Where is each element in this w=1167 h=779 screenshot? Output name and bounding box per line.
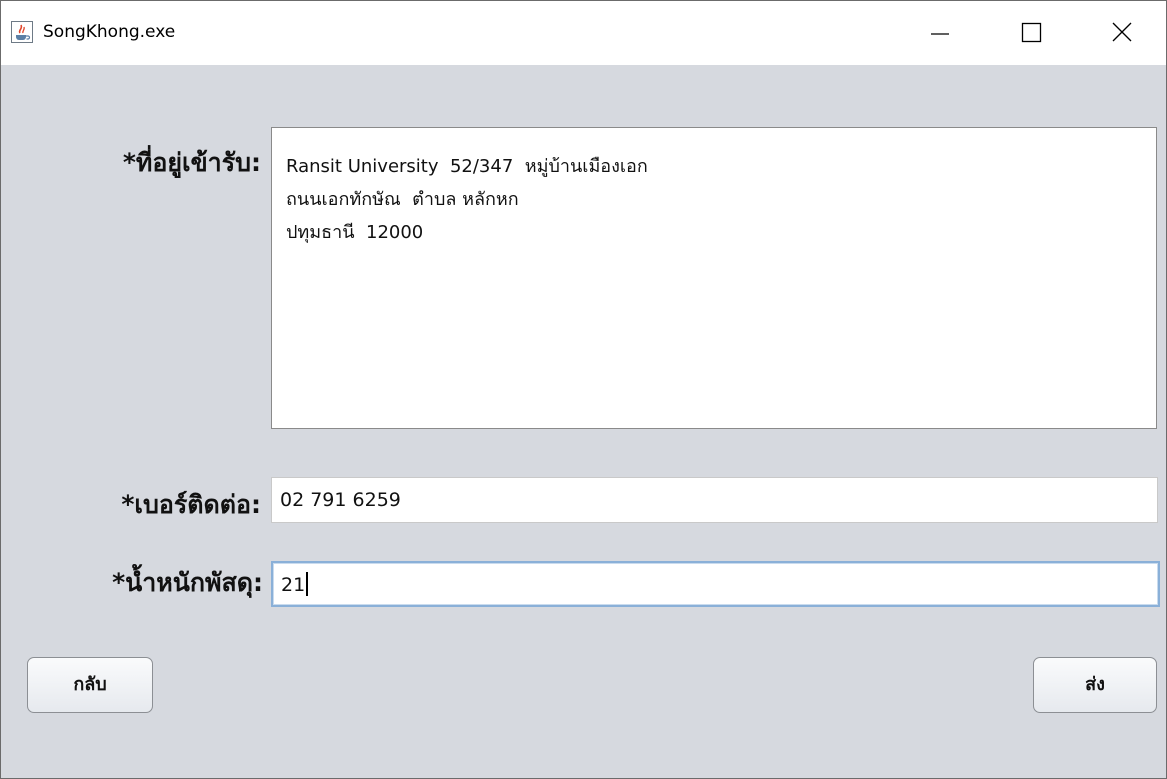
maximize-button[interactable] — [1004, 1, 1064, 65]
close-button[interactable] — [1091, 1, 1151, 65]
window-title: SongKhong.exe — [43, 22, 176, 42]
weight-label: *น้ำหนักพัสดุ: — [112, 568, 263, 597]
address-line: ปทุมธานี 12000 — [286, 222, 424, 243]
weight-value: 21 — [281, 574, 306, 596]
weight-input[interactable]: 21 — [271, 561, 1160, 607]
back-button[interactable]: กลับ — [27, 657, 153, 713]
minimize-button[interactable] — [909, 1, 969, 65]
phone-input[interactable]: 02 791 6259 — [271, 477, 1158, 523]
phone-value: 02 791 6259 — [280, 489, 401, 511]
close-icon — [1112, 22, 1132, 42]
send-button[interactable]: ส่ง — [1033, 657, 1157, 713]
maximize-icon — [1021, 22, 1042, 43]
phone-label: *เบอร์ติดต่อ: — [121, 490, 261, 519]
text-caret — [306, 571, 309, 596]
address-textarea[interactable]: Ransit University 52/347 หมู่บ้านเมืองเอ… — [271, 127, 1157, 429]
app-window: SongKhong.exe *ที่อยู่เข้ารับ: Ransit Un… — [0, 0, 1167, 779]
address-label: *ที่อยู่เข้ารับ: — [122, 148, 261, 177]
minimize-icon — [931, 33, 949, 35]
title-bar[interactable]: SongKhong.exe — [1, 1, 1166, 65]
java-cup-icon — [11, 21, 33, 43]
address-line: Ransit University 52/347 หมู่บ้านเมืองเอ… — [286, 156, 648, 177]
address-line: ถนนเอกทักษัณ ตำบล หลักหก — [286, 189, 519, 210]
